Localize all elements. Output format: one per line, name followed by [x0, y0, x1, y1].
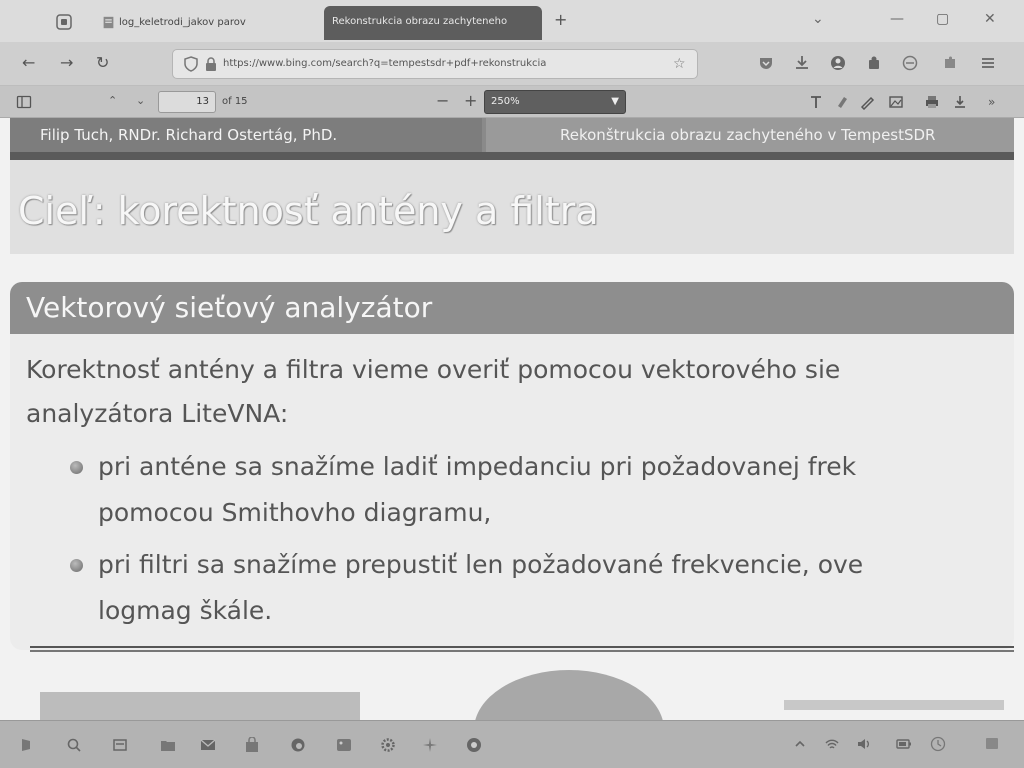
frame-title: Cieľ: korektnosť antény a filtra	[18, 189, 599, 233]
reload-icon[interactable]: ↻	[96, 54, 109, 72]
photos-icon[interactable]	[336, 737, 352, 753]
tab-list-button[interactable]: ⌄	[812, 10, 824, 28]
intro-text: Korektnosť antény a filtra vieme overiť …	[26, 348, 1016, 436]
account-icon[interactable]	[830, 55, 846, 71]
search-icon[interactable]	[66, 737, 82, 753]
content-block: Vektorový sieťový analyzátor Korektnosť …	[10, 282, 1014, 650]
more-tools-icon[interactable]: »	[988, 94, 995, 110]
navigation-bar: ← → ↻ https://www.bing.com/search?q=temp…	[0, 42, 1024, 86]
block-body: Korektnosť antény a filtra vieme overiť …	[10, 334, 1014, 650]
minimize-button[interactable]: —	[890, 10, 904, 28]
bookmark-star-icon[interactable]: ☆	[673, 56, 686, 72]
tab-label: log_keletrodi_jakov parov	[119, 17, 246, 28]
chevron-down-icon: ▼	[611, 96, 619, 107]
bullet-icon	[70, 461, 83, 474]
pdf-page-view: Filip Tuch, RNDr. Richard Ostertág, PhD.…	[0, 118, 1024, 720]
lower-figure-center	[474, 670, 664, 720]
page-number-input[interactable]: 13	[158, 91, 216, 113]
pdf-toolbar: ⌃ ⌄ 13 of 15 − + 250% ▼ »	[0, 86, 1024, 118]
slide-authors: Filip Tuch, RNDr. Richard Ostertág, PhD.	[10, 118, 482, 152]
bullet-item: pri filtri sa snažíme prepustiť len poža…	[26, 542, 1016, 634]
settings-icon[interactable]	[380, 737, 396, 753]
save-icon[interactable]	[952, 94, 968, 110]
zoom-in-button[interactable]: +	[464, 92, 477, 110]
battery-icon[interactable]	[896, 736, 912, 752]
zoom-value: 250%	[491, 96, 520, 107]
new-tab-button[interactable]: +	[554, 12, 567, 28]
next-page-icon[interactable]: ⌄	[136, 94, 145, 108]
bullet-list: pri anténe sa snažíme ladiť impedanciu p…	[26, 444, 1016, 640]
draw-icon[interactable]	[860, 94, 876, 110]
notification-icon[interactable]	[984, 736, 1000, 752]
page-icon	[102, 16, 115, 29]
pocket-icon[interactable]	[758, 55, 774, 71]
start-icon[interactable]	[20, 737, 36, 753]
tab-active[interactable]: Rekonstrukcia obrazu zachyteneho	[324, 6, 542, 40]
extension-icon[interactable]	[866, 55, 882, 71]
previous-page-icon[interactable]: ⌃	[108, 94, 117, 108]
taskbar	[0, 720, 1024, 768]
lower-figure-left	[40, 692, 360, 720]
header-divider	[10, 152, 1014, 160]
bullet-line: pomocou Smithovho diagramu,	[98, 498, 492, 527]
image-icon[interactable]	[888, 94, 904, 110]
bullet-icon	[70, 559, 83, 572]
maximize-button[interactable]: ▢	[936, 10, 949, 28]
text-tool-icon[interactable]	[808, 94, 824, 110]
chrome-icon[interactable]	[466, 737, 482, 753]
puzzle-icon[interactable]	[942, 55, 958, 71]
app-icon[interactable]	[422, 737, 438, 753]
highlight-icon[interactable]	[834, 94, 850, 110]
print-icon[interactable]	[924, 94, 940, 110]
back-icon[interactable]: ←	[22, 54, 35, 72]
network-icon[interactable]	[824, 736, 840, 752]
lock-icon[interactable]	[203, 56, 219, 72]
shield-extension-icon[interactable]	[902, 55, 918, 71]
intro-line: Korektnosť antény a filtra vieme overiť …	[26, 355, 841, 384]
bullet-item: pri anténe sa snažíme ladiť impedanciu p…	[26, 444, 1016, 536]
url-text: https://www.bing.com/search?q=tempestsdr…	[223, 58, 547, 69]
lower-figure-right	[784, 700, 1004, 710]
intro-line: analyzátora LiteVNA:	[26, 399, 289, 428]
page-count: of 15	[222, 96, 248, 107]
block-title: Vektorový sieťový analyzátor	[10, 282, 1014, 334]
chevron-up-icon[interactable]	[792, 736, 808, 752]
bullet-line: pri filtri sa snažíme prepustiť len poža…	[98, 550, 864, 579]
tab-overview-icon[interactable]	[56, 14, 74, 32]
bullet-line: pri anténe sa snažíme ladiť impedanciu p…	[98, 452, 857, 481]
volume-icon[interactable]	[856, 736, 872, 752]
downloads-icon[interactable]	[794, 55, 810, 71]
file-explorer-icon[interactable]	[160, 737, 176, 753]
bullet-line: logmag škále.	[98, 596, 273, 625]
tab-bar: log_keletrodi_jakov parov Rekonstrukcia …	[0, 0, 1024, 42]
zoom-select[interactable]: 250% ▼	[484, 90, 626, 114]
store-icon[interactable]	[244, 737, 260, 753]
forward-icon[interactable]: →	[60, 54, 73, 72]
zoom-out-button[interactable]: −	[436, 92, 449, 110]
task-view-icon[interactable]	[112, 737, 128, 753]
clock-icon[interactable]	[930, 736, 946, 752]
slide-presentation-title: Rekonštrukcia obrazu zachyteného v Tempe…	[486, 118, 1014, 152]
sidebar-toggle-icon[interactable]	[16, 94, 32, 110]
slide-header: Filip Tuch, RNDr. Richard Ostertág, PhD.…	[10, 118, 1014, 160]
tab-inactive[interactable]: log_keletrodi_jakov parov	[98, 8, 320, 40]
edge-icon[interactable]	[290, 737, 306, 753]
close-button[interactable]: ✕	[984, 10, 996, 28]
menu-icon[interactable]	[980, 55, 996, 71]
shield-icon[interactable]	[183, 56, 199, 72]
mail-icon[interactable]	[200, 737, 216, 753]
address-bar[interactable]: https://www.bing.com/search?q=tempestsdr…	[172, 49, 698, 79]
block-divider	[30, 646, 1014, 652]
tab-label: Rekonstrukcia obrazu zachyteneho	[332, 16, 508, 27]
